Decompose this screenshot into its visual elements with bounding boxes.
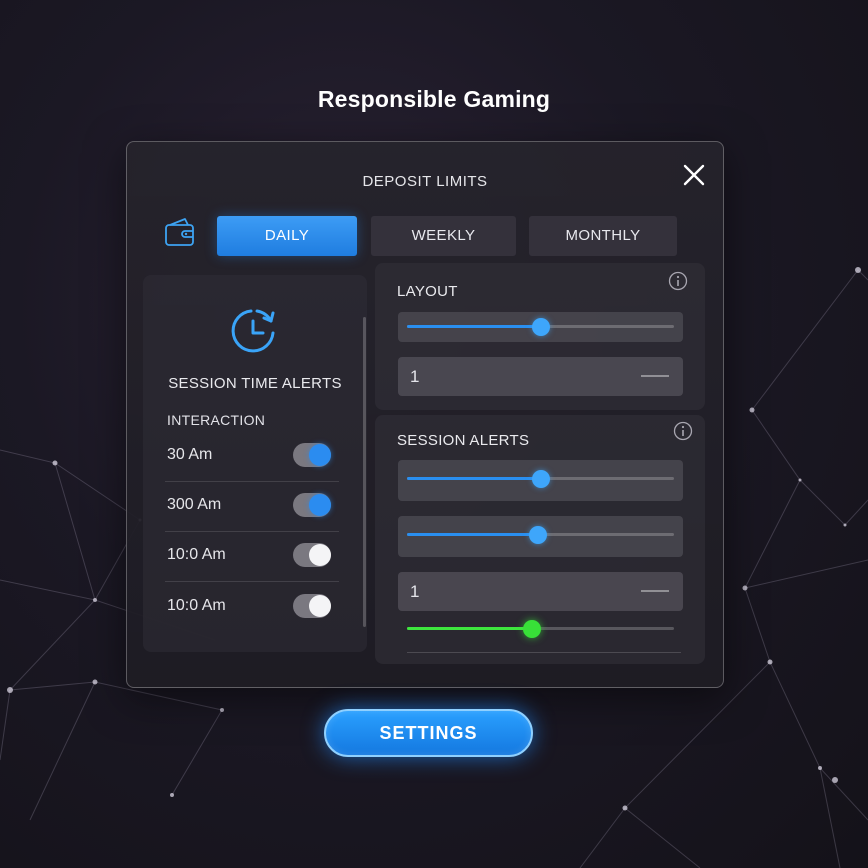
layout-card: LAYOUT 1	[375, 263, 705, 410]
session-time-alerts-panel: SESSION TIME ALERTS INTERACTION 30 Am 30…	[143, 275, 367, 652]
left-panel-scrollbar[interactable]	[363, 317, 366, 627]
slider-fill	[407, 627, 533, 630]
slider-track	[407, 318, 674, 336]
alert-toggle[interactable]	[293, 594, 331, 618]
alert-time-label: 300 Am	[167, 496, 222, 513]
session-alerts-green-slider[interactable]	[398, 620, 683, 638]
info-icon[interactable]	[673, 421, 693, 441]
alert-row: 300 Am	[165, 482, 339, 532]
page-title: Responsible Gaming	[317, 86, 551, 112]
slider-fill	[407, 477, 541, 480]
toggle-knob	[309, 544, 331, 566]
session-alerts-title: SESSION ALERTS	[397, 432, 530, 449]
layout-title: LAYOUT	[397, 283, 458, 300]
slider-fill	[407, 325, 541, 328]
slider-thumb[interactable]	[531, 318, 550, 336]
session-time-alerts-title: SESSION TIME ALERTS	[168, 375, 342, 392]
tab-weekly[interactable]: WEEKLY	[371, 216, 516, 256]
toggle-knob	[309, 595, 331, 617]
close-icon[interactable]	[681, 162, 707, 188]
alert-row: 10:0 Am	[165, 583, 339, 633]
slider-track	[407, 620, 674, 638]
clock-icon	[231, 309, 275, 353]
alert-time-label: 10:0 Am	[167, 597, 226, 614]
deposit-limits-modal: DEPOSIT LIMITS DAILY WEEKLY MONTHLY SESS…	[126, 141, 724, 688]
alert-row: 10:0 Am	[165, 532, 339, 582]
interaction-subtitle: INTERACTION	[167, 412, 266, 428]
number-value: 1	[410, 367, 420, 386]
session-alerts-card: SESSION ALERTS 1	[375, 415, 705, 664]
alert-toggle[interactable]	[293, 543, 331, 567]
session-alerts-slider-2[interactable]	[398, 516, 683, 557]
slider-fill	[407, 533, 538, 536]
minus-icon[interactable]	[641, 590, 669, 592]
slider-track	[407, 526, 674, 544]
slider-thumb[interactable]	[528, 526, 547, 544]
toggle-knob	[309, 444, 331, 466]
slider-thumb[interactable]	[523, 620, 542, 638]
card-divider	[407, 652, 681, 653]
alert-toggle[interactable]	[293, 443, 331, 467]
slider-thumb[interactable]	[531, 470, 550, 488]
info-icon[interactable]	[668, 271, 688, 291]
number-value: 1	[410, 582, 420, 601]
minus-icon[interactable]	[641, 375, 669, 377]
toggle-knob	[309, 494, 331, 516]
layout-number-field[interactable]: 1	[398, 357, 683, 396]
tab-daily[interactable]: DAILY	[217, 216, 357, 256]
alert-row: 30 Am	[165, 432, 339, 482]
session-alerts-number-field[interactable]: 1	[398, 572, 683, 611]
settings-button[interactable]: SETTINGS	[324, 709, 533, 757]
alert-toggle[interactable]	[293, 493, 331, 517]
tab-monthly[interactable]: MONTHLY	[529, 216, 677, 256]
alert-time-label: 10:0 Am	[167, 546, 226, 563]
slider-track	[407, 470, 674, 488]
session-alerts-slider-1[interactable]	[398, 460, 683, 501]
alert-time-label: 30 Am	[167, 446, 213, 463]
layout-slider[interactable]	[398, 312, 683, 342]
modal-title: DEPOSIT LIMITS	[362, 173, 488, 190]
wallet-icon	[165, 218, 194, 246]
